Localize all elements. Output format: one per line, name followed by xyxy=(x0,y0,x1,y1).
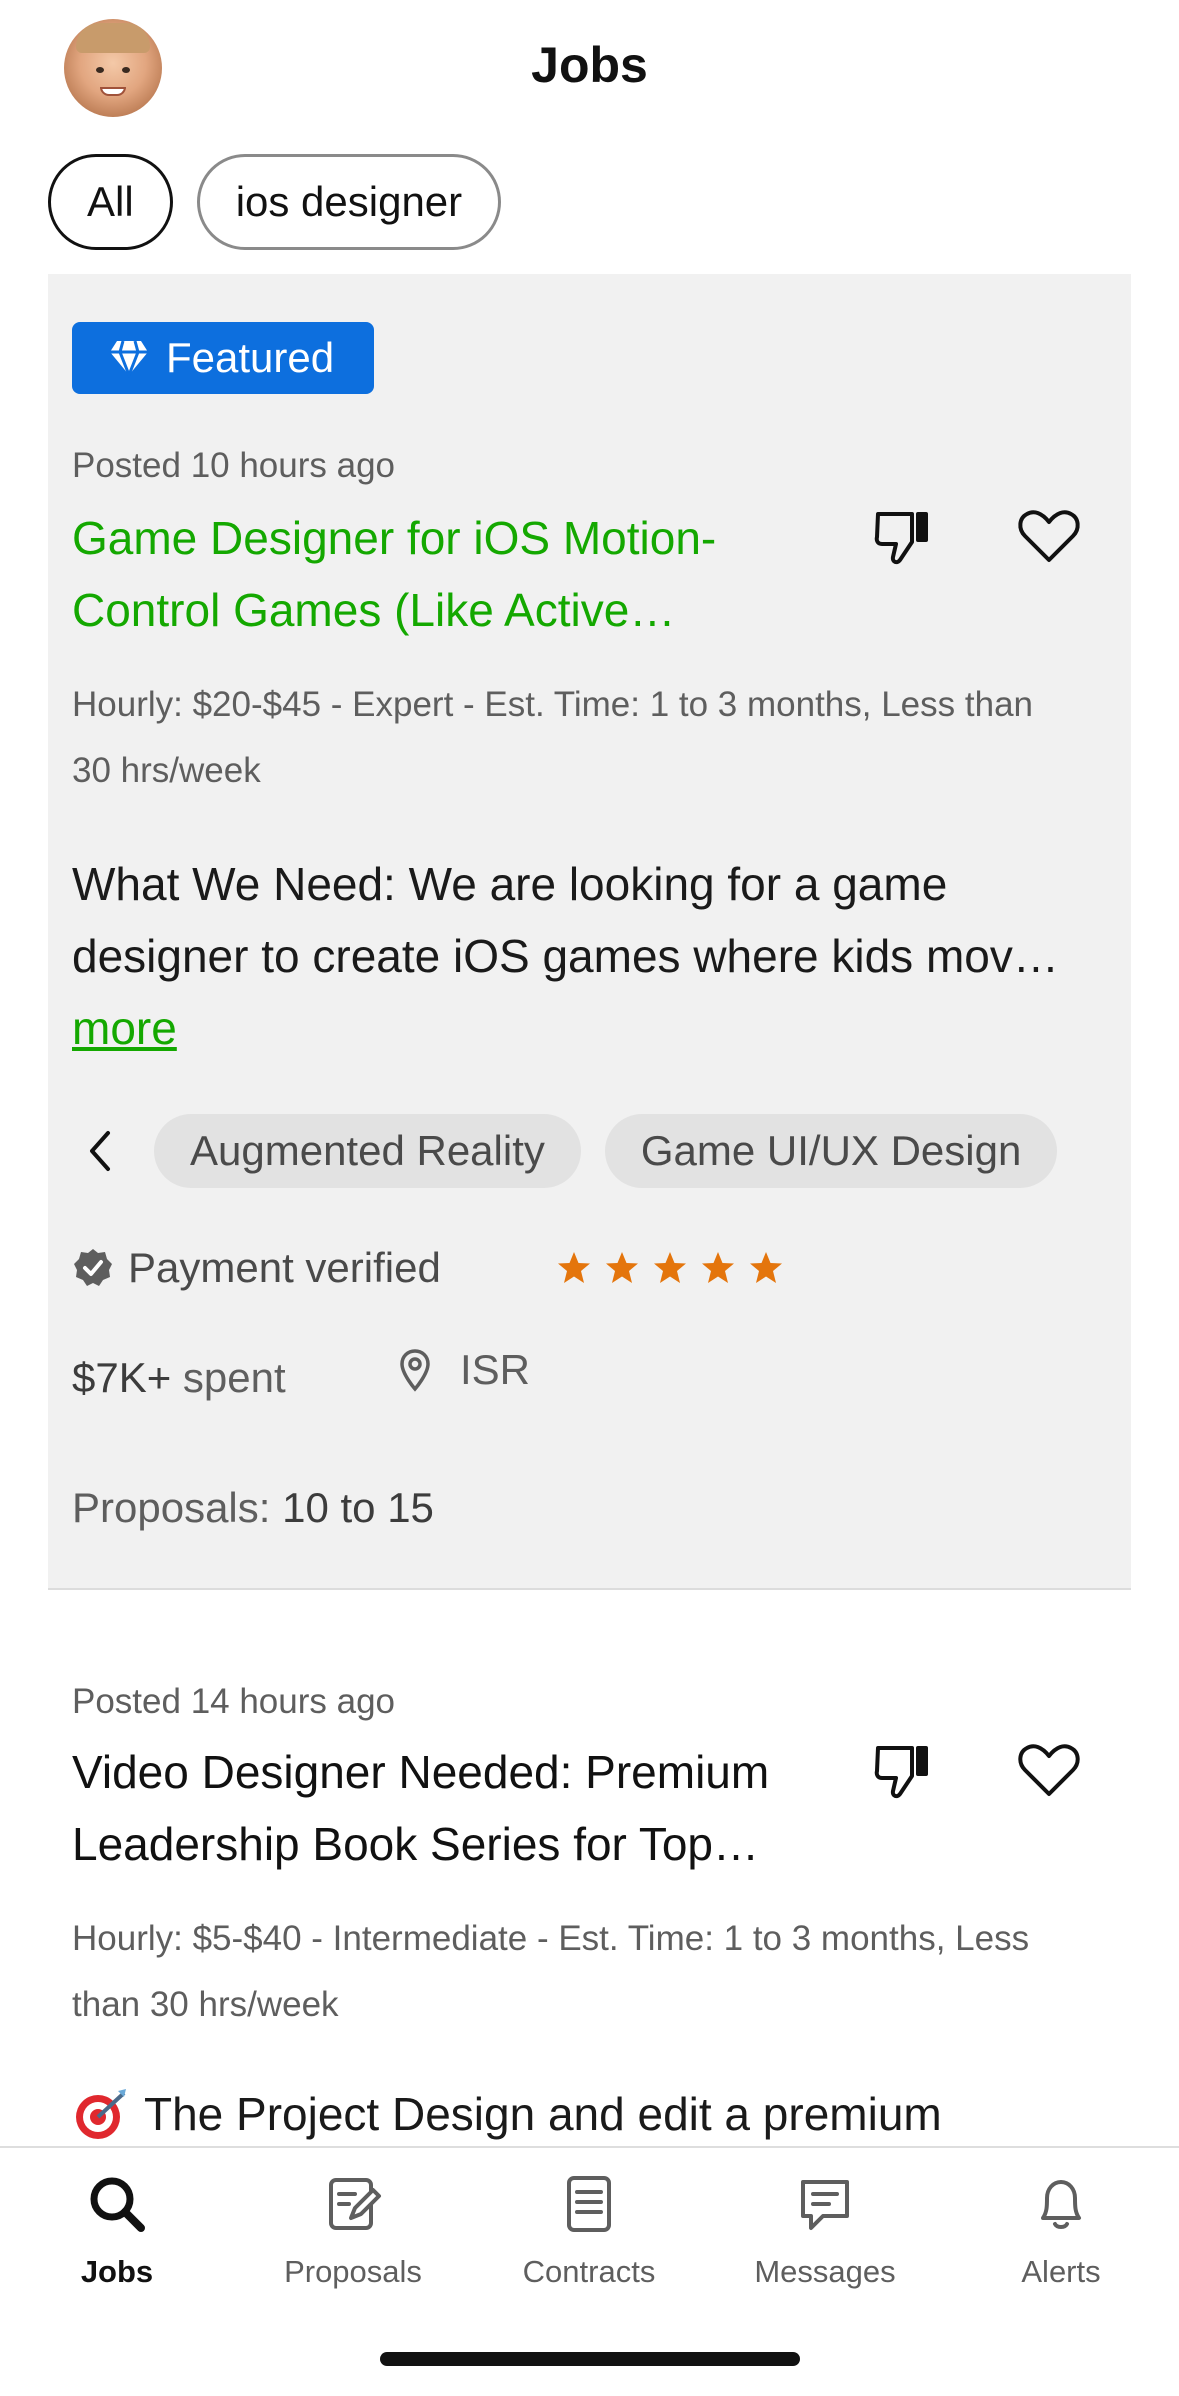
job-title-line: Video Designer Needed: Premium xyxy=(72,1746,770,1798)
client-spent-amount: $7K+ xyxy=(72,1354,172,1401)
chevron-left-icon xyxy=(90,1131,110,1171)
proposals-count: Proposals: 10 to 15 xyxy=(72,1484,434,1532)
job-title-line: Control Games (Like Active… xyxy=(72,584,676,636)
job-description: The Project Design and edit a premium xyxy=(72,2078,1112,2150)
job-description: What We Need: We are looking for a game … xyxy=(72,848,1112,1064)
tab-alerts[interactable]: Alerts xyxy=(961,2172,1161,2290)
search-icon xyxy=(90,2177,145,2232)
job-meta-line: 30 hrs/week xyxy=(72,751,261,790)
client-spent-suffix: spent xyxy=(171,1354,286,1401)
star-icon xyxy=(558,1252,590,1283)
thumbs-down-icon[interactable] xyxy=(870,502,940,572)
heart-icon[interactable] xyxy=(1014,1736,1084,1806)
tab-label: Contracts xyxy=(522,2254,656,2289)
bell-icon xyxy=(1041,2180,1081,2229)
job-posted-time: Posted 14 hours ago xyxy=(72,1682,396,1721)
proposals-value: 10 to 15 xyxy=(282,1484,434,1531)
top-header: Jobs xyxy=(0,0,1179,140)
featured-badge: Featured xyxy=(72,322,375,394)
job-meta-line: than 30 hrs/week xyxy=(72,1985,339,2024)
tab-label: Jobs xyxy=(80,2254,154,2289)
tab-label: Proposals xyxy=(284,2254,422,2289)
tab-messages[interactable]: Messages xyxy=(725,2172,925,2290)
filter-chips: All ios designer xyxy=(48,154,502,250)
document-icon xyxy=(567,2176,611,2232)
tab-label: Alerts xyxy=(1021,2254,1101,2289)
job-meta-line: Hourly: $20-$45 - Expert - Est. Time: 1 … xyxy=(72,685,1033,724)
proposal-edit-icon xyxy=(329,2178,381,2230)
thumbs-down-icon[interactable] xyxy=(870,1736,940,1806)
more-link[interactable]: more xyxy=(72,992,1112,1064)
filter-chip-ios-designer[interactable]: ios designer xyxy=(196,154,502,250)
job-description-line: What We Need: We are looking for a game xyxy=(72,858,948,910)
skills-carousel: Augmented Reality Game UI/UX Design xyxy=(72,1114,1131,1188)
location-pin-icon xyxy=(400,1349,430,1392)
tab-contracts[interactable]: Contracts xyxy=(489,2172,689,2290)
job-title[interactable]: Video Designer Needed: Premium Leadershi… xyxy=(72,1736,862,1880)
job-meta: Hourly: $5-$40 - Intermediate - Est. Tim… xyxy=(72,1906,1112,2038)
star-icon xyxy=(702,1252,734,1283)
diamond-icon xyxy=(110,340,148,378)
job-title[interactable]: Game Designer for iOS Motion- Control Ga… xyxy=(72,502,862,646)
client-spent: $7K+ spent xyxy=(72,1354,286,1402)
featured-badge-label: Featured xyxy=(166,334,335,381)
star-icon xyxy=(654,1252,686,1283)
filter-chip-all[interactable]: All xyxy=(48,154,173,250)
job-card-featured[interactable]: Featured Posted 10 hours ago Game Design… xyxy=(48,274,1131,1590)
skills-prev-button[interactable] xyxy=(72,1114,130,1188)
tab-proposals[interactable]: Proposals xyxy=(253,2172,453,2290)
job-meta-line: Hourly: $5-$40 - Intermediate - Est. Tim… xyxy=(72,1919,1030,1958)
star-icon xyxy=(606,1252,638,1283)
client-location: ISR xyxy=(398,1346,530,1394)
job-description-line: designer to create iOS games where kids … xyxy=(72,930,1059,982)
job-meta: Hourly: $20-$45 - Expert - Est. Time: 1 … xyxy=(72,672,1112,804)
page-title: Jobs xyxy=(531,37,648,93)
job-title-line: Leadership Book Series for Top… xyxy=(72,1818,759,1870)
star-icon xyxy=(750,1252,782,1283)
client-rating xyxy=(556,1250,784,1286)
tab-label: Messages xyxy=(754,2254,896,2289)
home-indicator xyxy=(380,2352,800,2366)
skill-chip[interactable]: Augmented Reality xyxy=(154,1114,581,1188)
proposals-label: Proposals: xyxy=(72,1484,283,1531)
tab-jobs[interactable]: Jobs xyxy=(17,2172,217,2290)
payment-verified: Payment verified xyxy=(72,1244,441,1292)
heart-icon[interactable] xyxy=(1014,502,1084,572)
job-title-line: Game Designer for iOS Motion- xyxy=(72,512,717,564)
verified-badge-icon xyxy=(74,1249,112,1286)
target-dart-icon xyxy=(76,2089,126,2139)
skill-chip[interactable]: Game UI/UX Design xyxy=(604,1114,1058,1188)
chat-bubble-icon xyxy=(801,2180,849,2230)
job-card[interactable]: Posted 14 hours ago Video Designer Neede… xyxy=(48,1612,1131,2152)
job-posted-time: Posted 10 hours ago xyxy=(72,446,396,485)
payment-verified-label: Payment verified xyxy=(128,1244,441,1291)
client-location-label: ISR xyxy=(460,1346,531,1393)
job-description-line: The Project Design and edit a premium xyxy=(144,2088,942,2140)
